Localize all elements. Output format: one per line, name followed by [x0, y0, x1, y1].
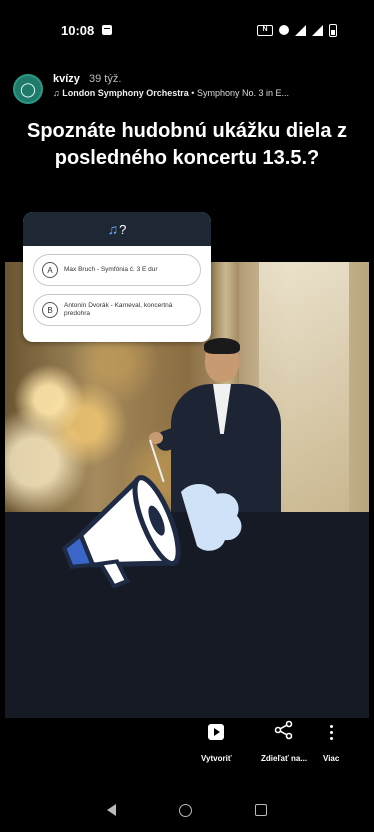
music-note-icon: ♫ — [107, 221, 119, 237]
poll-options: A Max Bruch - Symfónia č. 3 E dur B Anto… — [23, 246, 211, 326]
shorts-create-icon — [208, 724, 225, 740]
option-text: Max Bruch - Symfónia č. 3 E dur — [64, 266, 158, 273]
more-label: Viac — [323, 754, 340, 763]
music-album: Symphony No. 3 in E... — [196, 88, 289, 98]
option-letter: A — [42, 262, 58, 278]
poll-card: ♫ ? A Max Bruch - Symfónia č. 3 E dur B … — [23, 212, 211, 342]
music-artist: London Symphony Orchestra — [62, 88, 189, 98]
music-line[interactable]: ♫ London Symphony Orchestra • Symphony N… — [53, 88, 289, 98]
option-text: Antonín Dvorák - Karneval, koncertná pre… — [64, 302, 173, 317]
channel-name[interactable]: kvízy — [53, 73, 80, 85]
poll-option-b[interactable]: B Antonín Dvorák - Karneval, koncertná p… — [33, 294, 201, 326]
post-title: Spoznáte hudobnú ukážku diela z posledné… — [26, 120, 348, 169]
data-saver-icon — [279, 25, 289, 35]
more-vert-icon — [329, 725, 333, 740]
wifi-icon — [295, 24, 306, 36]
nav-home-icon[interactable] — [178, 803, 192, 817]
channel-avatar[interactable]: ◯ — [13, 74, 43, 104]
battery-icon — [329, 23, 337, 37]
megaphone-sticker — [61, 475, 242, 588]
post-age: 39 týž. — [88, 73, 122, 85]
post-header: ◯ kvízy 39 týž. ♫ London Symphony Orches… — [13, 70, 363, 110]
signal-icon — [312, 24, 323, 36]
option-letter: B — [42, 302, 58, 318]
create-button[interactable]: Vytvoriť — [201, 720, 232, 763]
share-icon — [274, 720, 293, 740]
nfc-icon: N — [257, 24, 273, 36]
share-button[interactable]: Zdieľať na... — [261, 720, 307, 763]
poll-header: ♫ ? — [23, 212, 211, 246]
nav-back-icon[interactable] — [106, 804, 116, 816]
poll-question: ? — [119, 221, 127, 237]
create-label: Vytvoriť — [201, 754, 232, 763]
avatar-icon: ◯ — [20, 80, 36, 97]
post-meta: kvízy 39 týž. ♫ London Symphony Orchestr… — [53, 73, 289, 98]
status-time: 10:08 — [61, 22, 95, 38]
music-note-icon: ♫ — [53, 88, 60, 98]
screen: 10:08 N ◯ kvízy 39 týž. ♫ London Symphon… — [5, 0, 369, 832]
system-nav-bar — [5, 790, 369, 830]
share-label: Zdieľať na... — [261, 754, 308, 763]
image-icon — [102, 25, 113, 35]
action-bar: Vytvoriť Zdieľať na... Viac — [5, 720, 369, 780]
nav-recents-icon[interactable] — [255, 804, 268, 816]
poll-option-a[interactable]: A Max Bruch - Symfónia č. 3 E dur — [33, 254, 201, 286]
more-button[interactable]: Viac — [323, 720, 339, 763]
status-bar: 10:08 N — [5, 18, 369, 42]
